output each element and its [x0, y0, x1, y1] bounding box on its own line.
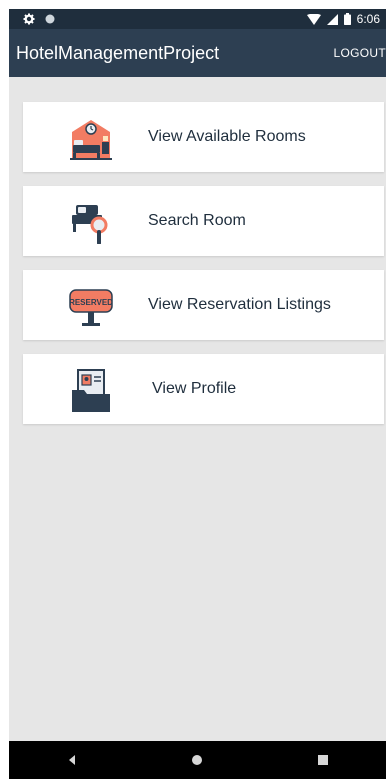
profile-folder-icon [72, 369, 110, 412]
app-title: HotelManagementProject [16, 42, 220, 63]
home-icon[interactable] [191, 754, 203, 766]
view-profile-button[interactable]: View Profile [23, 354, 384, 424]
back-icon[interactable] [66, 754, 78, 766]
search-room-label: Search Room [148, 212, 246, 229]
app-bar: HotelManagementProject LOGOUT [9, 29, 386, 77]
system-nav-bar [9, 741, 386, 779]
view-reservation-listings-label: View Reservation Listings [148, 296, 331, 313]
view-reservation-listings-button[interactable]: RESERVED View Reservation Listings [23, 270, 384, 340]
settings-gear-icon [23, 13, 35, 25]
recents-icon[interactable] [317, 754, 329, 766]
main-menu: View Available Rooms Search Room RESERVE… [9, 77, 386, 424]
hotel-room-icon [70, 120, 112, 160]
signal-icon [326, 13, 338, 25]
battery-icon [343, 13, 351, 25]
view-available-rooms-label: View Available Rooms [148, 128, 306, 145]
view-profile-label: View Profile [152, 380, 237, 397]
search-room-icon [72, 205, 108, 244]
logout-button[interactable]: LOGOUT [334, 46, 386, 60]
status-bar: 6:06 [9, 9, 386, 29]
reserved-sign-icon: RESERVED [69, 289, 113, 326]
search-room-button[interactable]: Search Room [23, 186, 384, 256]
device-screen: 6:06 HotelManagementProject LOGOUT View … [9, 9, 386, 779]
status-right-icons: 6:06 [306, 12, 380, 26]
view-available-rooms-button[interactable]: View Available Rooms [23, 102, 384, 172]
sync-circle-icon [45, 14, 55, 24]
wifi-icon [306, 13, 321, 25]
status-time: 6:06 [356, 12, 380, 26]
reserved-sign-text: RESERVED [69, 298, 113, 307]
status-left-icons [23, 13, 55, 25]
